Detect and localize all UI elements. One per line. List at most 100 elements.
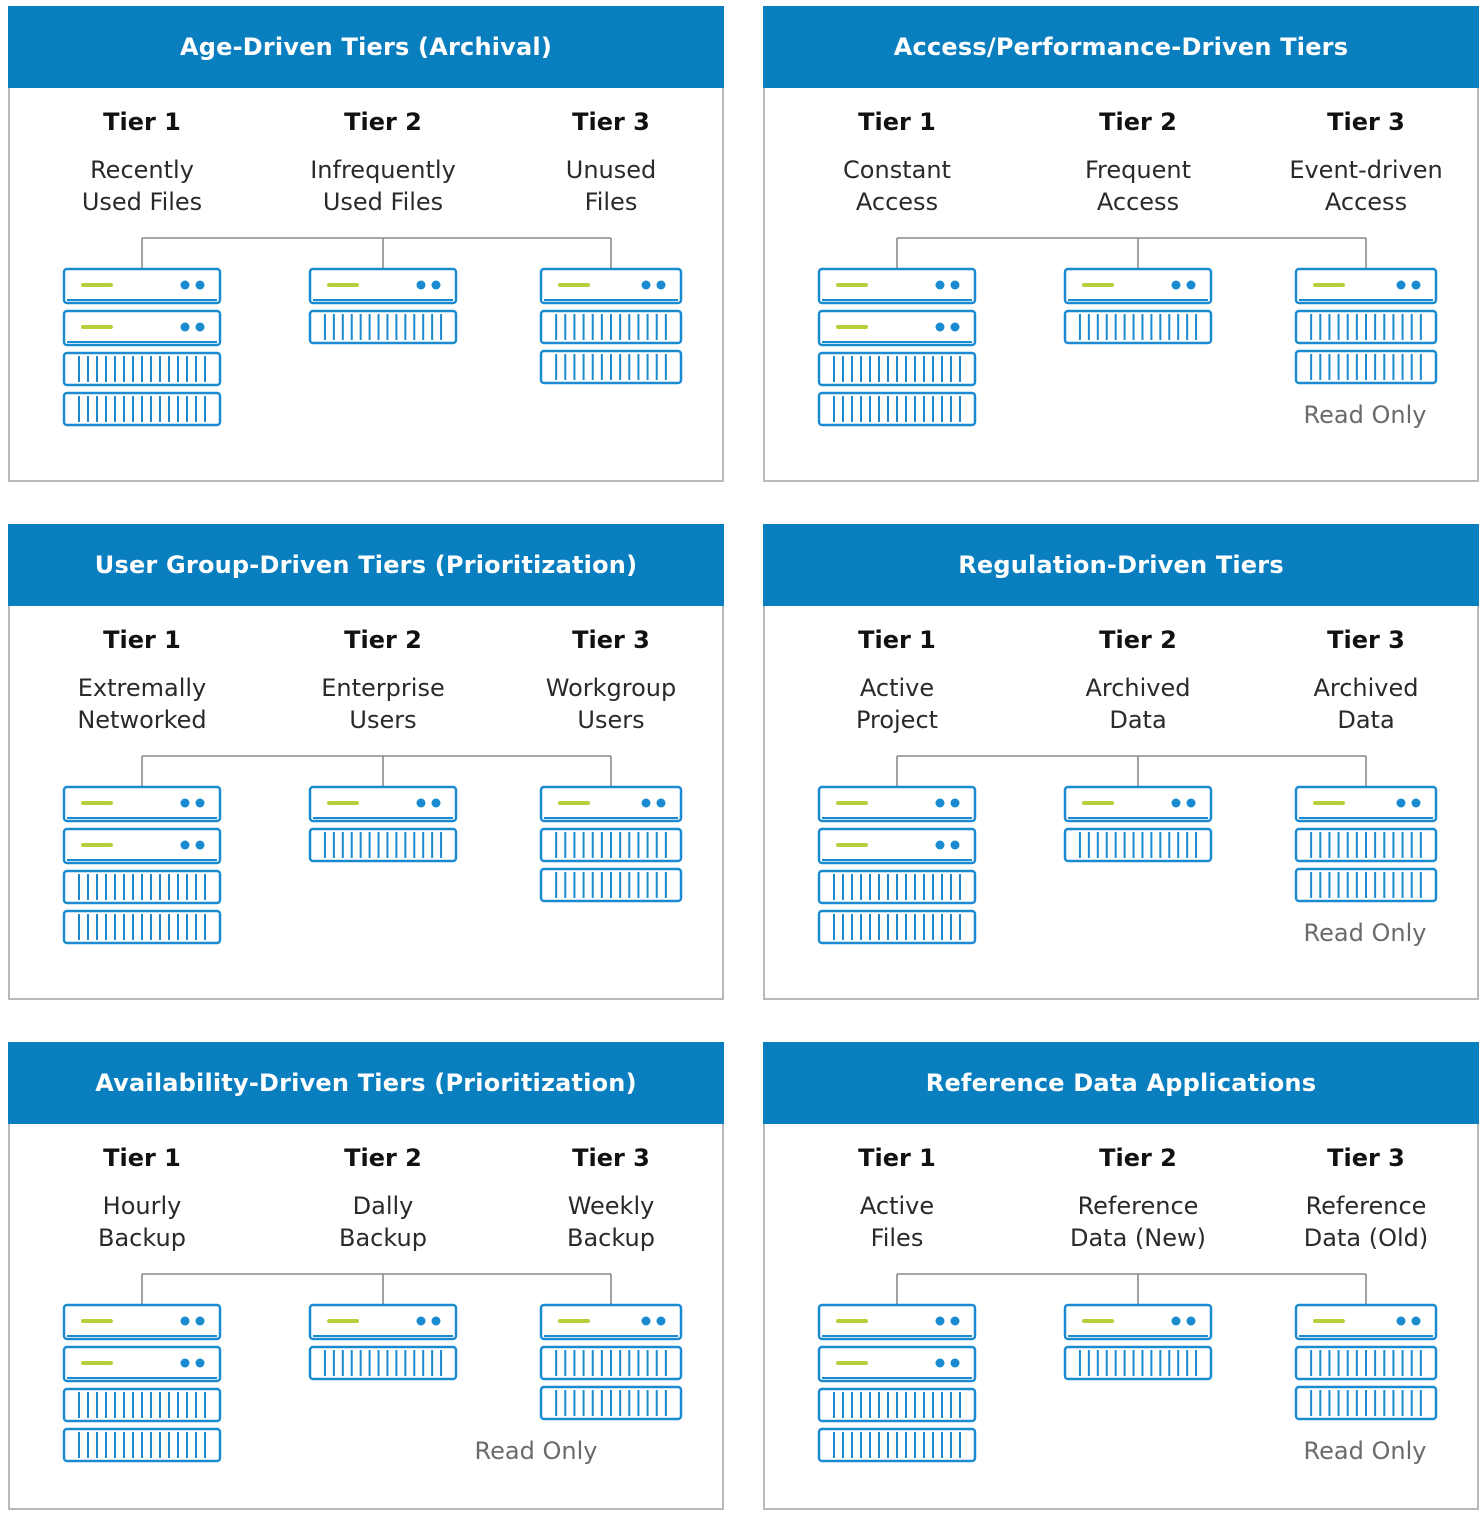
tier-description-line: Infrequently [310, 156, 456, 184]
server-stack-icon [1063, 267, 1213, 345]
vent-unit [539, 349, 683, 385]
drive-unit [62, 1303, 222, 1341]
vent-unit [817, 391, 977, 427]
read-only-label: Read Only [474, 1437, 598, 1465]
status-light-icon [327, 283, 359, 287]
tier-panel: Regulation-Driven Tiers Tier 1 Active Proje… [763, 524, 1479, 1000]
vent-unit [308, 1345, 458, 1381]
status-light-icon [327, 801, 359, 805]
drive-unit [62, 827, 222, 865]
vent-unit [1294, 1385, 1438, 1421]
tier-column-3: Tier 3 Reference Data (Old) [1241, 1124, 1483, 1274]
vent-unit [539, 867, 683, 903]
tier-description: Active Files [772, 1190, 1022, 1254]
vent-unit [539, 1345, 683, 1381]
vent-unit [539, 1385, 683, 1421]
tier-label: Tier 2 [1099, 1144, 1177, 1172]
drive-unit [539, 267, 683, 305]
tier-label: Tier 3 [572, 108, 650, 136]
drive-unit [1063, 785, 1213, 823]
vent-unit [817, 1427, 977, 1463]
tier-description: Active Project [772, 672, 1022, 736]
tier-panel: Age-Driven Tiers (Archival) Tier 1 Recentl… [8, 6, 724, 482]
server-stack-icon [1063, 1303, 1213, 1381]
status-light-icon [81, 1319, 113, 1323]
tier-description-line: Networked [77, 706, 207, 734]
tier-description-line: Backup [339, 1224, 427, 1252]
tier-description-line: Used Files [322, 188, 444, 216]
status-light-icon [1082, 283, 1114, 287]
tier-description: Archived Data [1013, 672, 1263, 736]
tier-description-line: Unused [565, 156, 657, 184]
tier-description-line: Data (Old) [1303, 1224, 1429, 1252]
vent-unit [817, 1387, 977, 1423]
tier-description-line: Constant [843, 156, 951, 184]
tier-column-1: Tier 1 Active Files [772, 1124, 1022, 1274]
tier-column-2: Tier 2 Frequent Access [1013, 88, 1263, 238]
tier-label: Tier 2 [344, 1144, 422, 1172]
tier-column-1: Tier 1 Hourly Backup [17, 1124, 267, 1274]
tier-label: Tier 3 [1327, 626, 1405, 654]
tier-description-line: Active [859, 674, 935, 702]
tier-column-3: Tier 3 Archived Data [1241, 606, 1483, 756]
tier-description: Dally Backup [258, 1190, 508, 1254]
tier-label: Tier 1 [858, 108, 936, 136]
tier-column-2: Tier 2 Reference Data (New) [1013, 1124, 1263, 1274]
vent-unit [1294, 1345, 1438, 1381]
tier-description: Reference Data (New) [1013, 1190, 1263, 1254]
status-light-icon [81, 283, 113, 287]
tier-description-line: Backup [98, 1224, 186, 1252]
drive-unit [1294, 785, 1438, 823]
status-light-icon [81, 1361, 113, 1365]
server-stack-icon [62, 785, 222, 945]
tier-description-line: Backup [567, 1224, 655, 1252]
status-light-icon [1313, 1319, 1345, 1323]
vent-unit [1063, 1345, 1213, 1381]
tier-description-line: Data [1337, 706, 1395, 734]
tier-description: Reference Data (Old) [1241, 1190, 1483, 1254]
tier-column-1: Tier 1 Constant Access [772, 88, 1022, 238]
drive-unit [62, 785, 222, 823]
tier-description-line: Files [584, 188, 638, 216]
vent-unit [62, 1387, 222, 1423]
vent-unit [539, 827, 683, 863]
drive-unit [62, 309, 222, 347]
tier-description-line: Frequent [1085, 156, 1191, 184]
read-only-label: Read Only [1303, 1437, 1427, 1465]
tier-description: Frequent Access [1013, 154, 1263, 218]
tier-column-1: Tier 1 Active Project [772, 606, 1022, 756]
tier-description-line: Weekly [567, 1192, 655, 1220]
vent-unit [1294, 827, 1438, 863]
tier-label: Tier 1 [103, 626, 181, 654]
server-stack-icon [539, 785, 683, 903]
tier-diagram-grid: Age-Driven Tiers (Archival) Tier 1 Recentl… [0, 0, 1483, 1510]
tier-label: Tier 1 [858, 1144, 936, 1172]
tier-column-3: Tier 3 Event-driven Access [1241, 88, 1483, 238]
tier-label: Tier 3 [1327, 1144, 1405, 1172]
drive-unit [539, 785, 683, 823]
tier-panel: Availability-Driven Tiers (Prioritizatio… [8, 1042, 724, 1510]
tier-column-2: Tier 2 Dally Backup [258, 1124, 508, 1274]
tier-label: Tier 3 [572, 1144, 650, 1172]
tier-description-line: Active [859, 1192, 935, 1220]
drive-unit [62, 267, 222, 305]
tier-panel: User Group-Driven Tiers (Prioritization)… [8, 524, 724, 1000]
server-stack-icon [62, 267, 222, 427]
status-light-icon [836, 325, 868, 329]
status-light-icon [836, 843, 868, 847]
tier-description: Enterprise Users [258, 672, 508, 736]
server-stack-icon [308, 267, 458, 345]
vent-unit [817, 869, 977, 905]
tier-label: Tier 2 [344, 626, 422, 654]
vent-unit [817, 351, 977, 387]
vent-unit [1294, 349, 1438, 385]
tier-panel: Reference Data Applications Tier 1 Active F… [763, 1042, 1479, 1510]
tier-description: Hourly Backup [17, 1190, 267, 1254]
vent-unit [62, 391, 222, 427]
status-light-icon [836, 801, 868, 805]
drive-unit [817, 1303, 977, 1341]
status-light-icon [558, 1319, 590, 1323]
tier-description-line: Recently [90, 156, 194, 184]
server-stack-icon [817, 267, 977, 427]
tier-description-line: Archived [1085, 674, 1191, 702]
